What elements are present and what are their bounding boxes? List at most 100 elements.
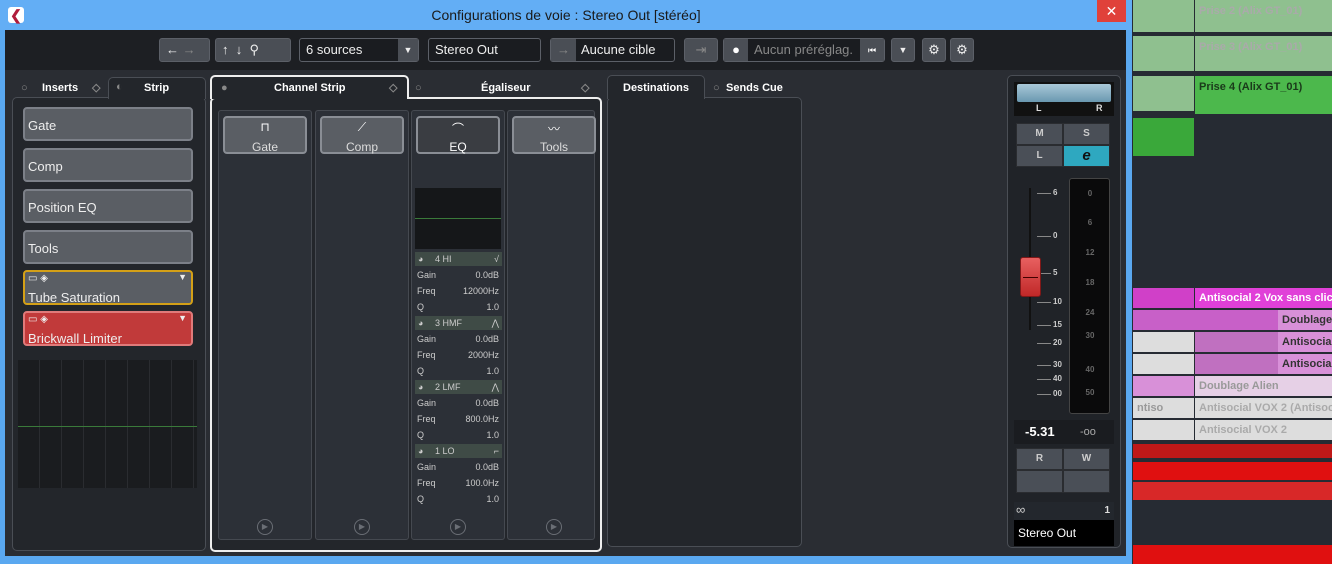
eq-param-gain[interactable]: Gain 0.0dB	[417, 267, 501, 283]
bypass-icon[interactable]: ▭ ◈	[28, 273, 48, 284]
insert-slot-gate[interactable]: Gate	[23, 107, 193, 141]
chevron-down-icon[interactable]: ▼	[398, 39, 418, 61]
eq-param-q[interactable]: Q 1.0	[417, 363, 501, 379]
eq-param-q[interactable]: Q 1.0	[417, 427, 501, 443]
eq-param-freq[interactable]: Freq 800.0Hz	[417, 411, 501, 427]
knob-icon[interactable]: ◕	[418, 444, 423, 458]
arrange-clip[interactable]	[1133, 482, 1332, 500]
arrow-right-icon[interactable]: →	[183, 42, 196, 57]
param-value[interactable]: 1.0	[486, 363, 499, 379]
eq-param-q[interactable]: Q 1.0	[417, 299, 501, 315]
tab-destinations[interactable]: Destinations	[623, 82, 689, 94]
arrange-clip[interactable]	[1133, 354, 1194, 374]
channel-name[interactable]: Stereo Out	[1014, 520, 1114, 546]
eq-band-header[interactable]: ◕ 4 HI √	[415, 252, 502, 266]
eq-band-header[interactable]: ◕ 2 LMF ⋀	[415, 380, 502, 394]
param-value[interactable]: 2000Hz	[468, 347, 499, 363]
insert-slot-comp[interactable]: Comp	[23, 148, 193, 182]
volume-readout[interactable]: -5.31	[1025, 424, 1055, 439]
nav-back-forward[interactable]: ← →	[159, 38, 210, 62]
pan-slider[interactable]	[1017, 84, 1111, 102]
eq-param-freq[interactable]: Freq 12000Hz	[417, 283, 501, 299]
module-eq-button[interactable]: ⌒ EQ	[416, 116, 500, 154]
chevron-down-icon[interactable]: ▼	[178, 272, 187, 282]
pan-control[interactable]: LR	[1014, 82, 1114, 116]
arrange-clip[interactable]	[1133, 444, 1332, 458]
play-icon[interactable]: ▶	[450, 519, 466, 535]
arrange-clip[interactable]: ntiso	[1133, 398, 1194, 418]
edit-channel-button[interactable]: e	[1063, 145, 1110, 167]
arrow-down-icon[interactable]: ↓	[236, 42, 243, 57]
eq-param-freq[interactable]: Freq 2000Hz	[417, 347, 501, 363]
param-value[interactable]: 0.0dB	[475, 267, 499, 283]
insert-slot-tools[interactable]: Tools	[23, 230, 193, 264]
arrange-clip[interactable]	[1195, 332, 1278, 352]
param-value[interactable]: 800.0Hz	[465, 411, 499, 427]
filter-shape-icon[interactable]: ⋀	[492, 316, 499, 330]
gear-icon[interactable]: ⚙	[950, 38, 974, 62]
eq-param-freq[interactable]: Freq 100.0Hz	[417, 475, 501, 491]
eq-param-q[interactable]: Q 1.0	[417, 491, 501, 507]
param-value[interactable]: 1.0	[486, 491, 499, 507]
filter-shape-icon[interactable]: ⌐	[494, 444, 499, 458]
preset-field[interactable]: ● Aucun préréglag. ⏮	[723, 38, 885, 62]
arrange-clip[interactable]: Prise 2 (Alix GT_01)	[1195, 0, 1332, 32]
route-button[interactable]: ⇥	[684, 38, 718, 62]
arrange-clip[interactable]	[1133, 288, 1194, 308]
settings-window-icon[interactable]: ⚙	[922, 38, 946, 62]
module-tools-button[interactable]: 〰 Tools	[512, 116, 596, 154]
arrange-clip[interactable]: Prise 3 (Alix GT_01)	[1195, 36, 1332, 71]
arrange-clip[interactable]: Antisocial VOX 2	[1195, 420, 1332, 440]
param-value[interactable]: 1.0	[486, 299, 499, 315]
arrange-clip[interactable]	[1133, 36, 1194, 71]
volume-fader-handle[interactable]	[1020, 257, 1041, 297]
eq-band-header[interactable]: ◕ 3 HMF ⋀	[415, 316, 502, 330]
arrange-clip[interactable]	[1133, 332, 1194, 352]
arrange-clip[interactable]: Antisocial VOX 2 (Antisoci	[1195, 398, 1332, 418]
module-gate-button[interactable]: ⊓ Gate	[223, 116, 307, 154]
mute-button[interactable]: M	[1016, 123, 1063, 145]
insert-slot-tube-saturation[interactable]: ▭ ◈ ▼ Tube Saturation	[23, 270, 193, 305]
preset-icon[interactable]: ●	[724, 39, 748, 61]
play-icon[interactable]: ▶	[354, 519, 370, 535]
arrange-clip[interactable]	[1133, 0, 1194, 32]
target-field[interactable]: → Aucune cible	[550, 38, 675, 62]
param-value[interactable]: 100.0Hz	[465, 475, 499, 491]
eq-param-gain[interactable]: Gain 0.0dB	[417, 331, 501, 347]
eq-param-gain[interactable]: Gain 0.0dB	[417, 459, 501, 475]
tab-strip[interactable]: Strip	[144, 82, 169, 94]
listen-button[interactable]: L	[1016, 145, 1063, 167]
param-value[interactable]: 0.0dB	[475, 395, 499, 411]
arrange-clip[interactable]: Doublage Alien	[1195, 376, 1332, 396]
play-icon[interactable]: ▶	[546, 519, 562, 535]
param-value[interactable]: 1.0	[486, 427, 499, 443]
channel-name-field[interactable]: Stereo Out	[428, 38, 541, 62]
write-automation-button[interactable]: W	[1063, 448, 1110, 470]
arrange-clip[interactable]: Doublage	[1278, 310, 1332, 330]
arrange-clip[interactable]	[1133, 76, 1194, 111]
arrange-clip[interactable]: Antisocial	[1278, 354, 1332, 374]
module-comp-button[interactable]: ⟋ Comp	[320, 116, 404, 154]
read-automation-button[interactable]: R	[1016, 448, 1063, 470]
arrange-clip[interactable]	[1133, 462, 1332, 480]
filter-shape-icon[interactable]: √	[494, 252, 499, 266]
automation-empty-button[interactable]	[1016, 470, 1063, 493]
arrow-up-icon[interactable]: ↑	[222, 42, 229, 57]
filter-shape-icon[interactable]: ⋀	[492, 380, 499, 394]
knob-icon[interactable]: ◕	[418, 252, 423, 266]
insert-slot-brickwall-limiter[interactable]: ▭ ◈ ▼ Brickwall Limiter	[23, 311, 193, 346]
search-icon[interactable]: ⚲	[249, 42, 259, 57]
peak-readout[interactable]: -oo	[1080, 426, 1096, 438]
knob-icon[interactable]: ◕	[418, 380, 423, 394]
play-icon[interactable]: ▶	[257, 519, 273, 535]
arrange-clip[interactable]: Prise 4 (Alix GT_01)	[1195, 76, 1332, 114]
insert-slot-position-eq[interactable]: Position EQ	[23, 189, 193, 223]
arrow-left-icon[interactable]: ←	[166, 42, 179, 57]
automation-empty-button[interactable]	[1063, 470, 1110, 493]
solo-button[interactable]: S	[1063, 123, 1110, 145]
param-value[interactable]: 12000Hz	[463, 283, 499, 299]
skip-back-icon[interactable]: ⏮	[860, 39, 884, 61]
arrange-clip[interactable]: Antisocial 2 Vox sans clic (	[1195, 288, 1332, 308]
chevron-down-icon[interactable]: ▼	[178, 313, 187, 323]
knob-icon[interactable]: ◕	[418, 316, 423, 330]
